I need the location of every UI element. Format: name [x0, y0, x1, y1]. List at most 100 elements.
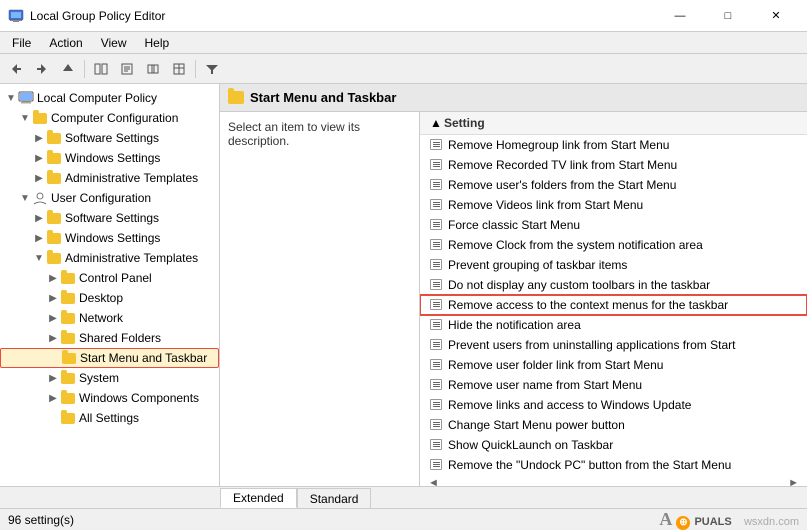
- setting-icon: [428, 258, 444, 272]
- list-button[interactable]: [167, 58, 191, 80]
- setting-label: Prevent grouping of taskbar items: [448, 258, 627, 272]
- setting-row[interactable]: Remove user folder link from Start Menu: [420, 355, 807, 375]
- control-panel-toggle[interactable]: ▶: [46, 271, 60, 285]
- setting-label: Remove Homegroup link from Start Menu: [448, 138, 669, 152]
- network-icon: [60, 311, 76, 325]
- setting-row[interactable]: Show QuickLaunch on Taskbar: [420, 435, 807, 455]
- desktop-label: Desktop: [79, 291, 123, 305]
- tree-windows-components[interactable]: ▶ Windows Components: [0, 388, 219, 408]
- status-bar: 96 setting(s) A ⊕ PUALS wsxdn.com: [0, 508, 807, 530]
- settings-panel[interactable]: ▲ Setting Remove Homegroup link from Sta…: [420, 112, 807, 486]
- tree-root[interactable]: ▼ Local Computer Policy: [0, 88, 219, 108]
- menu-view[interactable]: View: [93, 34, 135, 52]
- network-toggle[interactable]: ▶: [46, 311, 60, 325]
- tree-desktop[interactable]: ▶ Desktop: [0, 288, 219, 308]
- extend-button[interactable]: [141, 58, 165, 80]
- maximize-button[interactable]: □: [705, 6, 751, 26]
- back-button[interactable]: [4, 58, 28, 80]
- setting-row[interactable]: Change Start Menu power button: [420, 415, 807, 435]
- setting-row[interactable]: Remove the "Undock PC" button from the S…: [420, 455, 807, 475]
- windows-settings-2-label: Windows Settings: [65, 231, 160, 245]
- windows-settings-1-toggle[interactable]: ▶: [32, 151, 46, 165]
- setting-row[interactable]: Prevent grouping of taskbar items: [420, 255, 807, 275]
- shared-folders-toggle[interactable]: ▶: [46, 331, 60, 345]
- setting-row[interactable]: Hide the notification area: [420, 315, 807, 335]
- setting-row[interactable]: Remove user's folders from the Start Men…: [420, 175, 807, 195]
- windows-settings-2-icon: [46, 231, 62, 245]
- setting-label: Remove user folder link from Start Menu: [448, 358, 663, 372]
- setting-icon: [428, 218, 444, 232]
- setting-label: Remove the "Undock PC" button from the S…: [448, 458, 731, 472]
- root-toggle[interactable]: ▼: [4, 91, 18, 105]
- tree-windows-settings-1[interactable]: ▶ Windows Settings: [0, 148, 219, 168]
- tree-software-settings-2[interactable]: ▶ Software Settings: [0, 208, 219, 228]
- description-panel: Select an item to view its description.: [220, 112, 420, 486]
- system-toggle[interactable]: ▶: [46, 371, 60, 385]
- up-button[interactable]: [56, 58, 80, 80]
- windows-settings-1-icon: [46, 151, 62, 165]
- control-panel-label: Control Panel: [79, 271, 152, 285]
- tree-user-config[interactable]: ▼ User Configuration: [0, 188, 219, 208]
- desktop-toggle[interactable]: ▶: [46, 291, 60, 305]
- tree-computer-config[interactable]: ▼ Computer Configuration: [0, 108, 219, 128]
- setting-row[interactable]: Do not display any custom toolbars in th…: [420, 275, 807, 295]
- tree-software-settings-1[interactable]: ▶ Software Settings: [0, 128, 219, 148]
- software-settings-1-toggle[interactable]: ▶: [32, 131, 46, 145]
- setting-row[interactable]: Force classic Start Menu: [420, 215, 807, 235]
- right-panel-header: Start Menu and Taskbar: [220, 84, 807, 112]
- setting-row[interactable]: Remove Videos link from Start Menu: [420, 195, 807, 215]
- admin-templates-1-label: Administrative Templates: [65, 171, 198, 185]
- user-config-icon: [32, 191, 48, 205]
- forward-button[interactable]: [30, 58, 54, 80]
- tab-standard[interactable]: Standard: [297, 488, 372, 508]
- menu-help[interactable]: Help: [137, 34, 178, 52]
- settings-column-header: Setting: [444, 116, 485, 130]
- properties-button[interactable]: [115, 58, 139, 80]
- system-icon: [60, 371, 76, 385]
- setting-row-highlighted[interactable]: Remove access to the context menus for t…: [420, 295, 807, 315]
- start-menu-taskbar-toggle[interactable]: [47, 351, 61, 365]
- tab-bar: Extended Standard: [0, 486, 807, 508]
- watermark-logo: A ⊕ PUALS wsxdn.com: [659, 509, 799, 530]
- tree-system[interactable]: ▶ System: [0, 368, 219, 388]
- tree-shared-folders[interactable]: ▶ Shared Folders: [0, 328, 219, 348]
- setting-row[interactable]: Remove user name from Start Menu: [420, 375, 807, 395]
- minimize-button[interactable]: —: [657, 6, 703, 26]
- setting-icon: [428, 378, 444, 392]
- user-config-label: User Configuration: [51, 191, 151, 205]
- desktop-icon: [60, 291, 76, 305]
- main-layout: ▼ Local Computer Policy ▼ Computer Confi…: [0, 84, 807, 486]
- tree-network[interactable]: ▶ Network: [0, 308, 219, 328]
- setting-icon: [428, 178, 444, 192]
- setting-row[interactable]: Remove Recorded TV link from Start Menu: [420, 155, 807, 175]
- menu-action[interactable]: Action: [41, 34, 90, 52]
- admin-templates-2-toggle[interactable]: ▼: [32, 251, 46, 265]
- setting-row[interactable]: Prevent users from uninstalling applicat…: [420, 335, 807, 355]
- tab-extended[interactable]: Extended: [220, 488, 297, 508]
- tree-admin-templates-1[interactable]: ▶ Administrative Templates: [0, 168, 219, 188]
- software-settings-2-icon: [46, 211, 62, 225]
- filter-button[interactable]: [200, 58, 224, 80]
- close-button[interactable]: ✕: [753, 6, 799, 26]
- tree-control-panel[interactable]: ▶ Control Panel: [0, 268, 219, 288]
- user-config-toggle[interactable]: ▼: [18, 191, 32, 205]
- show-hide-button[interactable]: [89, 58, 113, 80]
- tree-windows-settings-2[interactable]: ▶ Windows Settings: [0, 228, 219, 248]
- windows-components-toggle[interactable]: ▶: [46, 391, 60, 405]
- setting-row[interactable]: Remove Homegroup link from Start Menu: [420, 135, 807, 155]
- menu-file[interactable]: File: [4, 34, 39, 52]
- computer-config-toggle[interactable]: ▼: [18, 111, 32, 125]
- tree-start-menu-taskbar[interactable]: Start Menu and Taskbar: [0, 348, 219, 368]
- windows-settings-2-toggle[interactable]: ▶: [32, 231, 46, 245]
- setting-label: Remove user's folders from the Start Men…: [448, 178, 676, 192]
- all-settings-toggle[interactable]: [46, 411, 60, 425]
- setting-row[interactable]: Remove Clock from the system notificatio…: [420, 235, 807, 255]
- tree-admin-templates-2[interactable]: ▼ Administrative Templates: [0, 248, 219, 268]
- software-settings-2-toggle[interactable]: ▶: [32, 211, 46, 225]
- tree-all-settings[interactable]: All Settings: [0, 408, 219, 428]
- admin-templates-1-toggle[interactable]: ▶: [32, 171, 46, 185]
- setting-row[interactable]: Remove links and access to Windows Updat…: [420, 395, 807, 415]
- setting-icon: [428, 238, 444, 252]
- setting-label: Remove Recorded TV link from Start Menu: [448, 158, 677, 172]
- tree-panel: ▼ Local Computer Policy ▼ Computer Confi…: [0, 84, 220, 486]
